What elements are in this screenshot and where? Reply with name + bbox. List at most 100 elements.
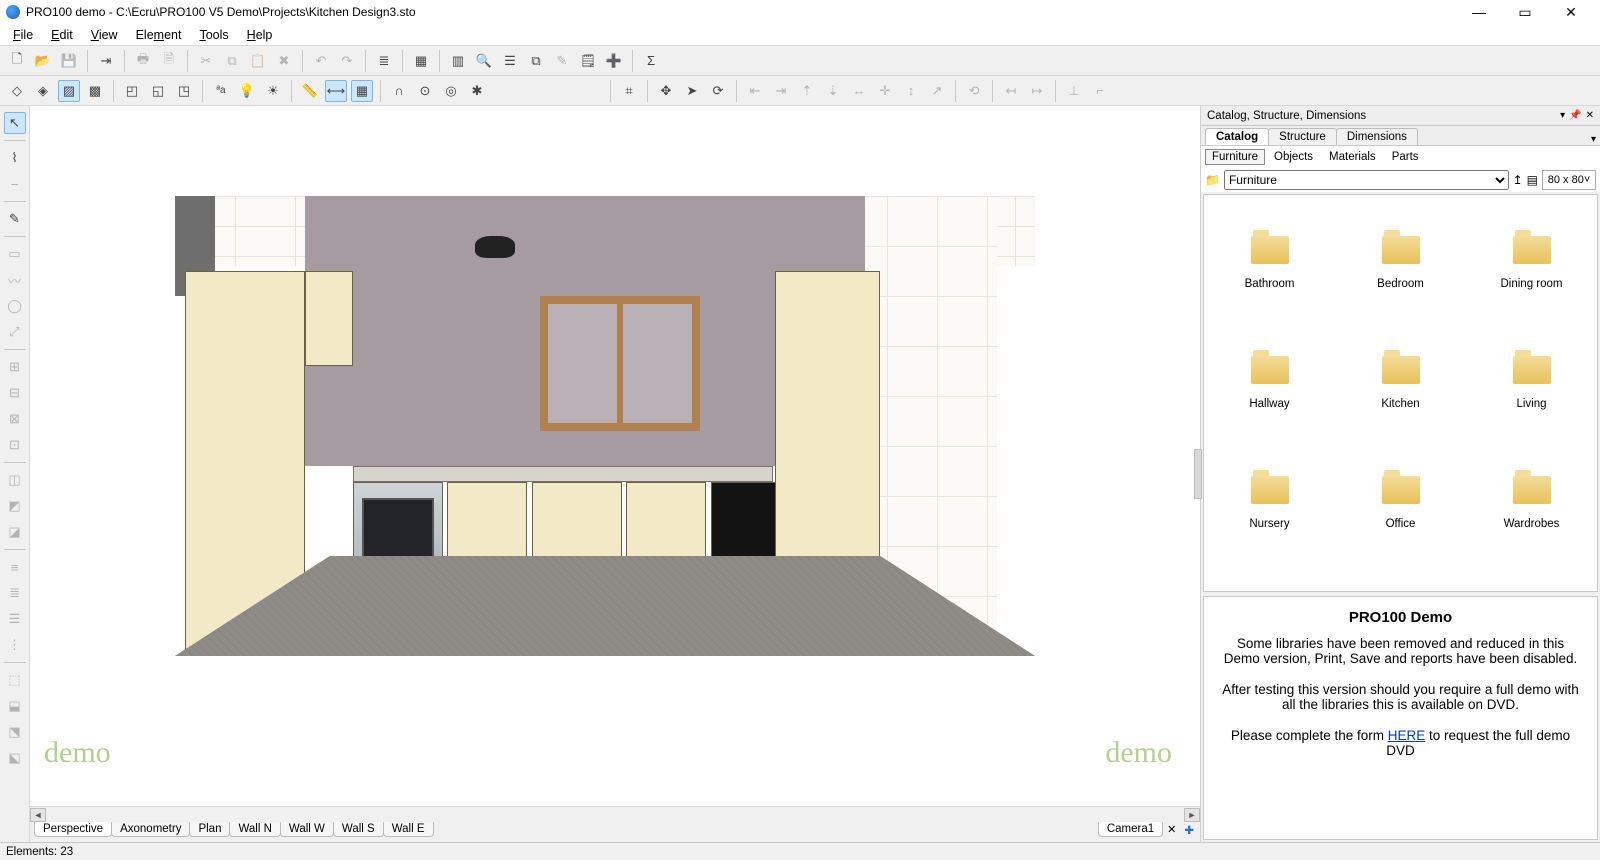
menu-edit[interactable]: Edit (42, 26, 82, 44)
al5-icon[interactable]: ↔ (848, 80, 870, 102)
camera-close-icon[interactable]: ✕ (1167, 823, 1176, 836)
t15-icon[interactable]: ⬕ (4, 747, 26, 769)
open-file-icon[interactable]: 📂 (32, 50, 54, 72)
axo-icon[interactable]: ◱ (147, 80, 169, 102)
folder-hallway[interactable]: Hallway (1204, 323, 1335, 443)
properties-icon[interactable]: ✎ (551, 50, 573, 72)
folder-wardrobes[interactable]: Wardrobes (1466, 443, 1597, 563)
t13-icon[interactable]: ⬓ (4, 695, 26, 717)
tab-plan[interactable]: Plan (189, 822, 230, 837)
viewport[interactable]: demo demo ◄ ► Perspective Axonometry Pla… (30, 106, 1200, 842)
sum-icon[interactable]: Σ (640, 50, 662, 72)
layers-icon[interactable]: ≣ (373, 50, 395, 72)
hidden-icon[interactable]: ◈ (32, 80, 54, 102)
menu-file[interactable]: File (4, 26, 42, 44)
dim-v-icon[interactable]: ↦ (1026, 80, 1048, 102)
subtab-objects[interactable]: Objects (1267, 149, 1320, 165)
new-file-icon[interactable]: 🗋 (6, 50, 28, 72)
label-toggle-icon[interactable]: ªa (210, 80, 232, 102)
export-icon[interactable]: ⇥ (95, 50, 117, 72)
path-icon[interactable]: 〰 (4, 269, 26, 291)
t11-icon[interactable]: ⋮ (4, 634, 26, 656)
scroll-right-icon[interactable]: ► (1184, 808, 1200, 822)
dim-h-icon[interactable]: ↤ (1000, 80, 1022, 102)
folder-dining[interactable]: Dining room (1466, 203, 1597, 323)
folder-kitchen[interactable]: Kitchen (1335, 323, 1466, 443)
camera-add-icon[interactable]: ✚ (1184, 823, 1194, 837)
snap-point-icon[interactable]: ⊙ (414, 80, 436, 102)
panel-collapse-handle[interactable] (1194, 449, 1202, 499)
ruler-icon[interactable]: 📏 (299, 80, 321, 102)
print-preview-icon[interactable]: 🗎 (158, 50, 180, 72)
maximize-button[interactable]: ▭ (1502, 0, 1548, 24)
al7-icon[interactable]: ↕ (900, 80, 922, 102)
line-tool-icon[interactable]: ⎯ (4, 173, 26, 195)
t1-icon[interactable]: ⊞ (4, 356, 26, 378)
extra2-icon[interactable]: ⌐ (1089, 80, 1111, 102)
snap-target-icon[interactable]: ✱ (466, 80, 488, 102)
minimize-button[interactable]: — (1456, 0, 1502, 24)
circle-icon[interactable]: ◯ (4, 295, 26, 317)
al2-icon[interactable]: ⇥ (770, 80, 792, 102)
sel-all-icon[interactable]: ⌗ (618, 80, 640, 102)
folder-office[interactable]: Office (1335, 443, 1466, 563)
al4-icon[interactable]: ⇣ (822, 80, 844, 102)
close-button[interactable]: ✕ (1548, 0, 1594, 24)
subtab-furniture[interactable]: Furniture (1205, 149, 1265, 165)
tab-wall-w[interactable]: Wall W (280, 822, 334, 837)
menu-tools[interactable]: Tools (190, 26, 237, 44)
snap-grid-icon[interactable]: ▦ (410, 50, 432, 72)
demo-here-link[interactable]: HERE (1388, 728, 1426, 743)
brush-icon[interactable]: ⌇ (4, 147, 26, 169)
dimensions-icon[interactable]: ⧉ (525, 50, 547, 72)
structure-icon[interactable]: ☰ (499, 50, 521, 72)
folder-bedroom[interactable]: Bedroom (1335, 203, 1466, 323)
shaded-icon[interactable]: ▨ (58, 80, 80, 102)
move-icon[interactable]: ✥ (655, 80, 677, 102)
t5-icon[interactable]: ◫ (4, 469, 26, 491)
snap-h-icon[interactable]: ∩ (388, 80, 410, 102)
snap-center-icon[interactable]: ◎ (440, 80, 462, 102)
folder-living[interactable]: Living (1466, 323, 1597, 443)
undo-icon[interactable]: ↶ (310, 50, 332, 72)
t4-icon[interactable]: ⊡ (4, 434, 26, 456)
al8-icon[interactable]: ↗ (926, 80, 948, 102)
tab-wall-s[interactable]: Wall S (333, 822, 384, 837)
persp-icon[interactable]: ◰ (121, 80, 143, 102)
dim-toggle-icon[interactable]: ⟷ (325, 80, 347, 102)
add-element-icon[interactable]: ➕ (603, 50, 625, 72)
tab-dimensions[interactable]: Dimensions (1336, 128, 1418, 145)
copy-icon[interactable]: ⧉ (221, 50, 243, 72)
rot-h-icon[interactable]: ⟲ (963, 80, 985, 102)
report-icon[interactable]: 🗒 (577, 50, 599, 72)
tabs-overflow-icon[interactable]: ▾ (1591, 134, 1596, 145)
tab-axonometry[interactable]: Axonometry (111, 822, 190, 837)
rect-icon[interactable]: ▭ (4, 243, 26, 265)
folder-nursery[interactable]: Nursery (1204, 443, 1335, 563)
al3-icon[interactable]: ⇡ (796, 80, 818, 102)
t8-icon[interactable]: ≡ (4, 556, 26, 578)
t3-icon[interactable]: ⊠ (4, 408, 26, 430)
t2-icon[interactable]: ⊟ (4, 382, 26, 404)
extra1-icon[interactable]: ⊥ (1063, 80, 1085, 102)
t6-icon[interactable]: ◩ (4, 495, 26, 517)
t7-icon[interactable]: ◪ (4, 521, 26, 543)
scroll-left-icon[interactable]: ◄ (30, 808, 46, 822)
panel-close-icon[interactable]: ✕ (1586, 110, 1594, 121)
up-folder-icon[interactable]: ↥ (1513, 173, 1523, 187)
view-box-icon[interactable]: ◳ (173, 80, 195, 102)
h-scrollbar[interactable]: ◄ ► (30, 806, 1200, 822)
subtab-parts[interactable]: Parts (1385, 149, 1426, 165)
catalog-icon[interactable]: ▥ (447, 50, 469, 72)
tab-structure[interactable]: Structure (1268, 128, 1337, 145)
tab-perspective[interactable]: Perspective (34, 822, 112, 837)
menu-view[interactable]: View (82, 26, 127, 44)
camera-tab[interactable]: Camera1 (1098, 822, 1163, 837)
t12-icon[interactable]: ⬚ (4, 669, 26, 691)
tab-catalog[interactable]: Catalog (1205, 128, 1269, 145)
folder-bathroom[interactable]: Bathroom (1204, 203, 1335, 323)
grid-toggle-icon[interactable]: ▦ (351, 80, 373, 102)
rotate-z-icon[interactable]: ⟳ (707, 80, 729, 102)
print-icon[interactable]: 🖶 (132, 50, 154, 72)
t14-icon[interactable]: ⬔ (4, 721, 26, 743)
